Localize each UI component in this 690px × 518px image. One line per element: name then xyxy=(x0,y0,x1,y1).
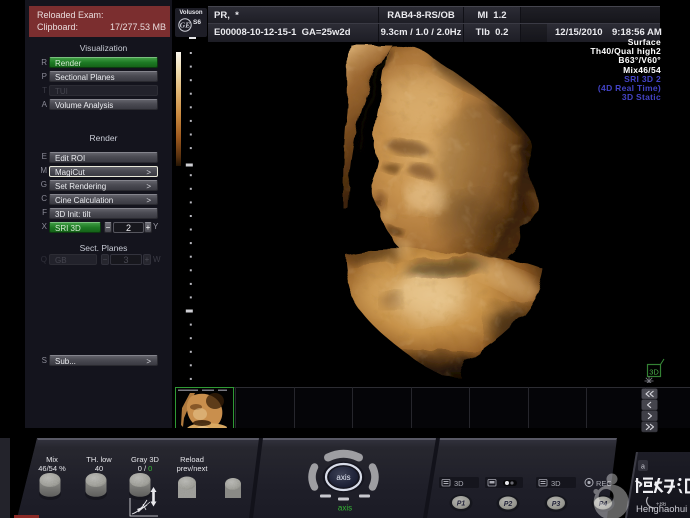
svg-text:axis: axis xyxy=(338,504,352,513)
svg-text:3D: 3D xyxy=(454,479,464,488)
svg-text:axis: axis xyxy=(336,473,350,482)
svg-text:3D: 3D xyxy=(551,479,561,488)
svg-text:P3: P3 xyxy=(552,501,561,508)
svg-text:P2: P2 xyxy=(504,501,513,508)
svg-text:P1: P1 xyxy=(457,501,466,508)
svg-text:GE: GE xyxy=(180,21,190,30)
svg-text:3D: 3D xyxy=(649,368,659,377)
svg-text:+86: +86 xyxy=(656,502,667,508)
